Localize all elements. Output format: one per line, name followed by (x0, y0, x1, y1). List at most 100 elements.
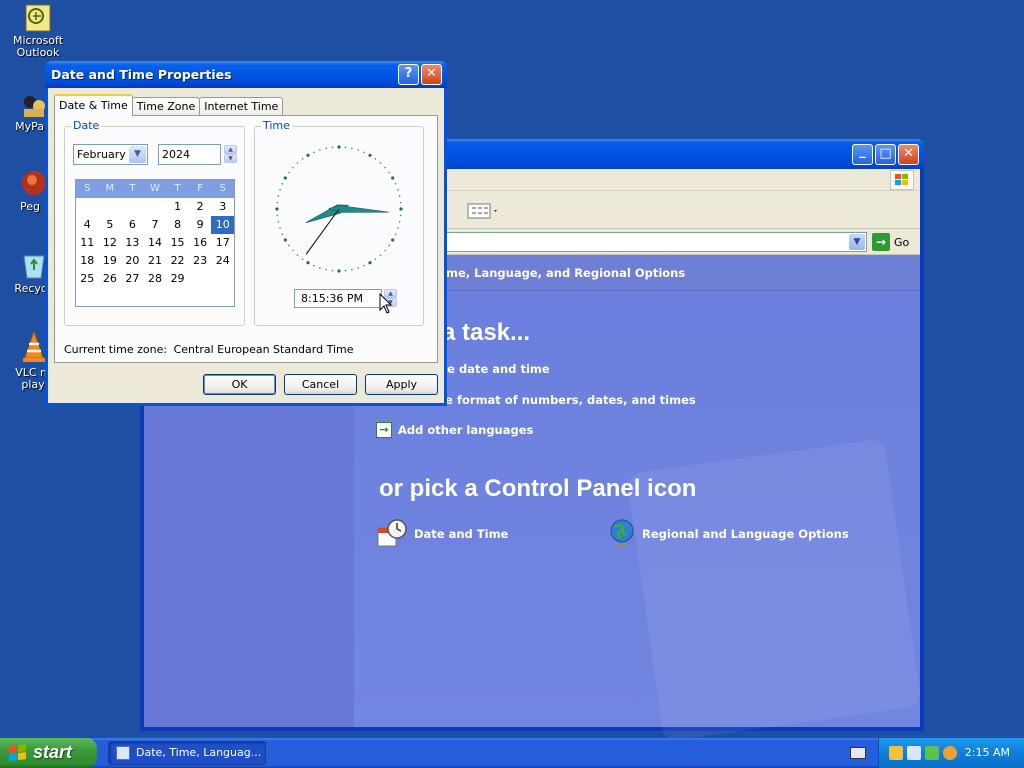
calendar-day[interactable]: 24 (211, 252, 234, 270)
calendar-day[interactable]: 5 (99, 216, 122, 234)
calendar-day[interactable]: 18 (76, 252, 99, 270)
update-icon[interactable] (925, 746, 939, 760)
clock-minute-mark (319, 267, 321, 269)
calendar-day[interactable]: 27 (121, 270, 144, 288)
task-add-languages[interactable]: → Add other languages (376, 422, 533, 438)
tab-date-time[interactable]: Date & Time (54, 94, 133, 116)
calendar-day[interactable]: 15 (166, 234, 189, 252)
clock-minute-mark (325, 147, 327, 150)
clock-minute-mark (351, 147, 353, 150)
calendar-day[interactable]: 13 (121, 234, 144, 252)
globe-icon (610, 519, 634, 548)
task-label: he format of numbers, dates, and times (437, 393, 696, 407)
clock-minute-hand (328, 205, 389, 213)
calendar-day[interactable]: 3 (211, 198, 234, 216)
calendar-day[interactable]: 7 (144, 216, 167, 234)
date-time-dialog[interactable]: Date and Time Properties ? ✕ Date & Time… (45, 61, 447, 406)
close-button[interactable]: ✕ (421, 64, 442, 85)
clock-hour-mark (368, 153, 372, 157)
dialog-titlebar[interactable]: Date and Time Properties ? ✕ (45, 61, 447, 88)
taskbar-item-date-time[interactable]: Date, Time, Languag... (108, 741, 266, 765)
ok-button[interactable]: OK (203, 374, 276, 395)
calendar-day[interactable]: 25 (76, 270, 99, 288)
clock-minute-mark (357, 267, 359, 269)
calendar-day[interactable]: 22 (166, 252, 189, 270)
analog-clock (275, 145, 403, 273)
chevron-down-icon[interactable]: ▼ (129, 146, 146, 163)
clock-hour-mark (306, 153, 310, 157)
clock-minute-mark (292, 249, 294, 252)
security-shield-icon[interactable] (889, 746, 903, 760)
calendar-day[interactable]: 26 (99, 270, 122, 288)
calendar-day[interactable]: 4 (76, 216, 99, 234)
year-field[interactable]: 2024 (158, 144, 221, 165)
views-button[interactable] (466, 200, 500, 222)
calendar-day[interactable]: 12 (99, 234, 122, 252)
tab-internet-time[interactable]: Internet Time (199, 97, 284, 116)
spin-down-icon[interactable]: ▼ (224, 154, 237, 163)
calendar-day[interactable]: 2 (189, 198, 212, 216)
apply-button[interactable]: Apply (365, 374, 438, 395)
calendar-day[interactable]: 17 (211, 234, 234, 252)
calendar-day[interactable]: 19 (99, 252, 122, 270)
task-change-date-time[interactable]: he date and time (439, 362, 550, 376)
dialog-body: Date & Time Time Zone Internet Time Date… (48, 88, 444, 403)
month-select[interactable]: February ▼ (73, 144, 148, 165)
cancel-button[interactable]: Cancel (284, 374, 357, 395)
clock-minute-mark (397, 227, 399, 229)
calendar-weekday: T (129, 183, 136, 194)
go-button[interactable]: → Go (872, 232, 909, 252)
year-value: 2024 (162, 148, 190, 161)
clock-minute-mark (292, 166, 294, 169)
calendar-day[interactable]: 28 (144, 270, 167, 288)
cp-icon-regional[interactable]: Regional and Language Options (608, 518, 849, 550)
calendar-weekday: S (219, 183, 226, 194)
year-spinner[interactable]: ▲ ▼ (224, 145, 237, 164)
clock-minute-mark (279, 227, 281, 229)
calendar-day[interactable]: 23 (189, 252, 212, 270)
chevron-down-icon[interactable]: ▼ (849, 234, 865, 250)
minimize-button[interactable]: _ (852, 144, 873, 165)
spin-up-icon[interactable]: ▲ (224, 145, 237, 154)
help-button[interactable]: ? (398, 64, 419, 85)
calendar-day[interactable]: 21 (144, 252, 167, 270)
keyboard-icon[interactable] (850, 747, 866, 759)
calendar-day[interactable]: 20 (121, 252, 144, 270)
pick-task-heading: a task... (442, 319, 531, 346)
calendar-day[interactable]: 1 (166, 198, 189, 216)
calendar-day[interactable]: 14 (144, 234, 167, 252)
clock-hour-mark (283, 176, 287, 180)
desktop-icon-outlook[interactable]: Microsoft Outlook (0, 4, 76, 59)
clock-minute-mark (344, 269, 347, 272)
time-input[interactable]: 8:15:36 PM (294, 289, 382, 308)
start-button[interactable]: start (0, 738, 97, 768)
maximize-button[interactable]: □ (875, 144, 896, 165)
tray-clock: 2:15 AM (964, 746, 1010, 759)
task-label: Add other languages (398, 423, 534, 437)
close-button[interactable]: ✕ (898, 144, 919, 165)
time-zone-label: Current time zone: (64, 343, 168, 356)
tab-time-zone[interactable]: Time Zone (131, 97, 201, 116)
calendar[interactable]: SMTWTFS 1 2 3 4 5 6 7 8 9 10 11 12 13 14 15 16 17 18 19 20 2… (75, 179, 235, 307)
tab-strip: Date & Time Time Zone Internet Time (54, 94, 284, 116)
calendar-day[interactable]: 10 (211, 216, 234, 234)
search-icon[interactable] (943, 746, 957, 760)
network-icon[interactable] (907, 746, 921, 760)
clock-minute-mark (288, 244, 290, 247)
taskbar: start Date, Time, Languag... 2:15 AM (0, 738, 1024, 768)
calendar-day[interactable]: 9 (189, 216, 212, 234)
clock-minute-mark (397, 189, 399, 191)
calendar-day[interactable]: 29 (166, 270, 189, 288)
clock-minute-mark (331, 146, 334, 149)
cp-icon-date-time[interactable]: Date and Time (376, 518, 508, 550)
windows-flag-icon (9, 744, 27, 762)
cp-icon-label: Date and Time (414, 527, 509, 541)
desktop-icon-label: Microsoft Outlook (12, 34, 64, 59)
clock-minute-mark (398, 195, 401, 197)
calendar-day[interactable]: 11 (76, 234, 99, 252)
calendar-day[interactable]: 8 (166, 216, 189, 234)
tab-panel: Date February ▼ 2024 ▲ ▼ SMTWTFS 1234567… (54, 115, 438, 363)
calendar-day[interactable]: 16 (189, 234, 212, 252)
calendar-day[interactable]: 6 (121, 216, 144, 234)
go-arrow-icon: → (872, 233, 890, 251)
